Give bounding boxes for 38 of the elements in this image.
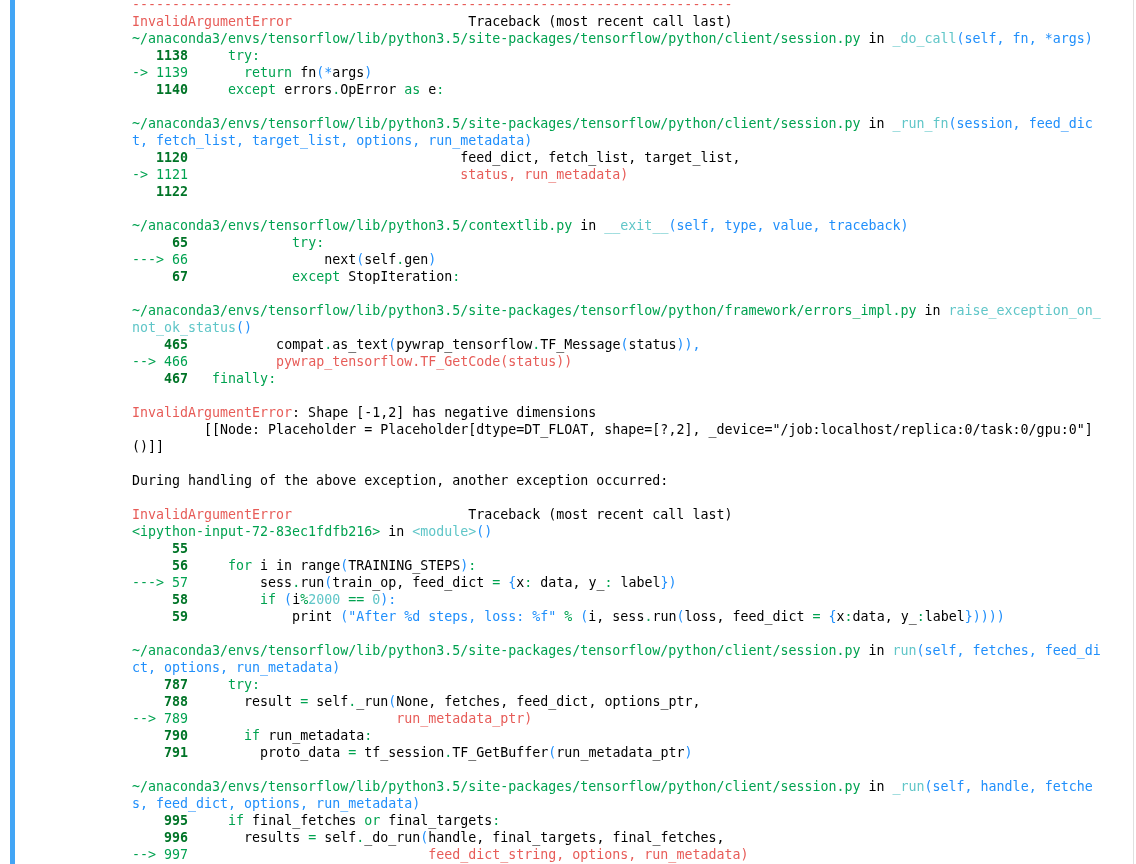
traceback-line: 1140 except errors.OpError as e: [155, 81, 445, 98]
traceback-line: InvalidArgumentError Traceback (most recent call last) [132, 13, 733, 30]
traceback-line: ~/anaconda3/envs/tensorflow/lib/python3.5/site-packages/tensorflow/python/client/session.py in _run_fn(session, feed_dict, fetch_list, target_list, options, run_metadata) [132, 115, 1094, 149]
traceback-line: <ipython-input-72-83ec1fdfb216> in <module>() [132, 523, 493, 540]
traceback-line: --> 789 run_metadata_ptr) [132, 710, 533, 727]
traceback-line: --------------------------------------------------------------------------- [132, 0, 733, 13]
traceback-line: 787 try: [163, 676, 261, 693]
traceback-line: 65 try: [171, 234, 325, 251]
traceback-line: ---> 66 next(self.gen) [132, 251, 437, 268]
traceback-line: During handling of the above exception, another exception occurred: [132, 472, 669, 489]
traceback-line: 996 results = self._do_run(handle, final_targets, final_fetches, [163, 829, 725, 846]
traceback-line: 56 for i in range(TRAINING_STEPS): [171, 557, 477, 574]
traceback-line: [[Node: Placeholder = Placeholder[dtype=DT_FLOAT, shape=[?,2], _device="/job:localhost/replica:0/task:0/gpu:0"]()]] [132, 421, 1094, 455]
traceback-line: 467 finally: [163, 370, 277, 387]
traceback-line: ~/anaconda3/envs/tensorflow/lib/python3.5/site-packages/tensorflow/python/client/session.py in run(self, fetches, feed_dict, options, run_metadata) [132, 642, 1102, 676]
traceback-line: 58 if (i%2000 == 0): [171, 591, 397, 608]
traceback-line: ~/anaconda3/envs/tensorflow/lib/python3.5/contextlib.py in __exit__(self, type, value, traceback) [132, 217, 909, 234]
traceback-line: -> 1139 return fn(*args) [132, 64, 373, 81]
traceback-line: InvalidArgumentError: Shape [-1,2] has negative dimensions [132, 404, 597, 421]
traceback-line: 791 proto_data = tf_session.TF_GetBuffer(run_metadata_ptr) [163, 744, 693, 761]
traceback-line: 788 result = self._run(None, fetches, feed_dict, options_ptr, [163, 693, 701, 710]
traceback-line: ---> 57 sess.run(train_op, feed_dict = {x: data, y_: label}) [132, 574, 677, 591]
traceback-line: 1120 feed_dict, fetch_list, target_list, [155, 149, 741, 166]
traceback-line: 67 except StopIteration: [171, 268, 461, 285]
traceback-line: 790 if run_metadata: [163, 727, 373, 744]
traceback-line: ~/anaconda3/envs/tensorflow/lib/python3.5/site-packages/tensorflow/python/client/session.py in _do_call(self, fn, *args) [132, 30, 1093, 47]
traceback-line: 995 if final_fetches or final_targets: [163, 812, 501, 829]
traceback-line: 1138 try: [155, 47, 261, 64]
traceback-line: InvalidArgumentError Traceback (most recent call last) [132, 506, 733, 523]
traceback-line: 55 [171, 540, 189, 557]
traceback-line: 1122 [155, 183, 189, 200]
traceback-line: ~/anaconda3/envs/tensorflow/lib/python3.5/site-packages/tensorflow/python/framework/errors_impl.py in raise_exception_on_not_ok_status() [132, 302, 1102, 336]
traceback-line: 59 print ("After %d steps, loss: %f" % (i, sess.run(loss, feed_dict = {x:data, y_:label})))) [171, 608, 1005, 625]
traceback-line: --> 466 pywrap_tensorflow.TF_GetCode(status)) [132, 353, 573, 370]
traceback-line: ~/anaconda3/envs/tensorflow/lib/python3.5/site-packages/tensorflow/python/client/session.py in _run(self, handle, fetches, feed_dict, options, run_metadata) [132, 778, 1094, 812]
traceback-line: 465 compat.as_text(pywrap_tensorflow.TF_Message(status)), [163, 336, 701, 353]
traceback-line: --> 997 feed_dict_string, options, run_metadata) [132, 846, 749, 863]
traceback-line: -> 1121 status, run_metadata) [132, 166, 629, 183]
